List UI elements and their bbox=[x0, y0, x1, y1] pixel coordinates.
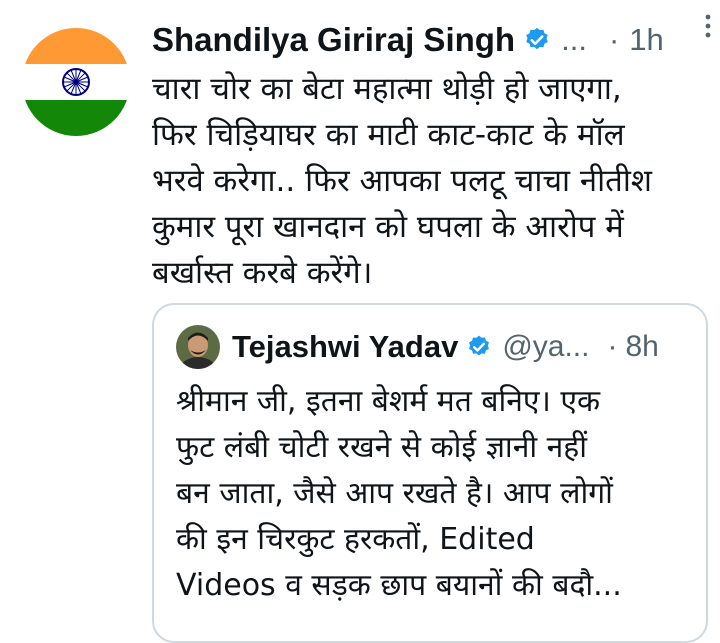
verified-badge-icon bbox=[466, 334, 492, 360]
verified-badge-icon bbox=[523, 26, 551, 54]
quoted-author-name[interactable]: Tejashwi Yadav bbox=[232, 329, 458, 365]
tweet[interactable]: Shandilya Giriraj Singh ... · 1h चारा चो… bbox=[0, 0, 720, 643]
tweet-header: Shandilya Giriraj Singh ... · 1h bbox=[152, 14, 708, 66]
author-name[interactable]: Shandilya Giriraj Singh bbox=[152, 21, 515, 59]
quoted-tweet-text: श्रीमान जी, इतना बेशर्म मत बनिए। एक फुट … bbox=[176, 384, 622, 603]
tweet-text: चारा चोर का बेटा महात्मा थोड़ी हो जाएगा,… bbox=[152, 71, 652, 291]
quoted-tweet-header: Tejashwi Yadav @ya... · 8h bbox=[176, 325, 688, 369]
india-flag-avatar-icon[interactable] bbox=[22, 28, 130, 136]
profile-photo-avatar-icon[interactable] bbox=[176, 325, 220, 369]
quoted-tweet[interactable]: Tejashwi Yadav @ya... · 8h श्रीमान जी, इ… bbox=[152, 303, 708, 643]
more-options-icon[interactable] bbox=[698, 12, 718, 40]
time-separator: · bbox=[608, 22, 620, 57]
quoted-time-separator: · bbox=[607, 330, 618, 363]
tweet-timestamp[interactable]: 1h bbox=[629, 22, 663, 58]
quoted-author-handle[interactable]: @ya... bbox=[502, 330, 589, 364]
author-handle[interactable]: ... bbox=[561, 22, 587, 58]
quoted-tweet-timestamp[interactable]: 8h bbox=[625, 330, 658, 364]
